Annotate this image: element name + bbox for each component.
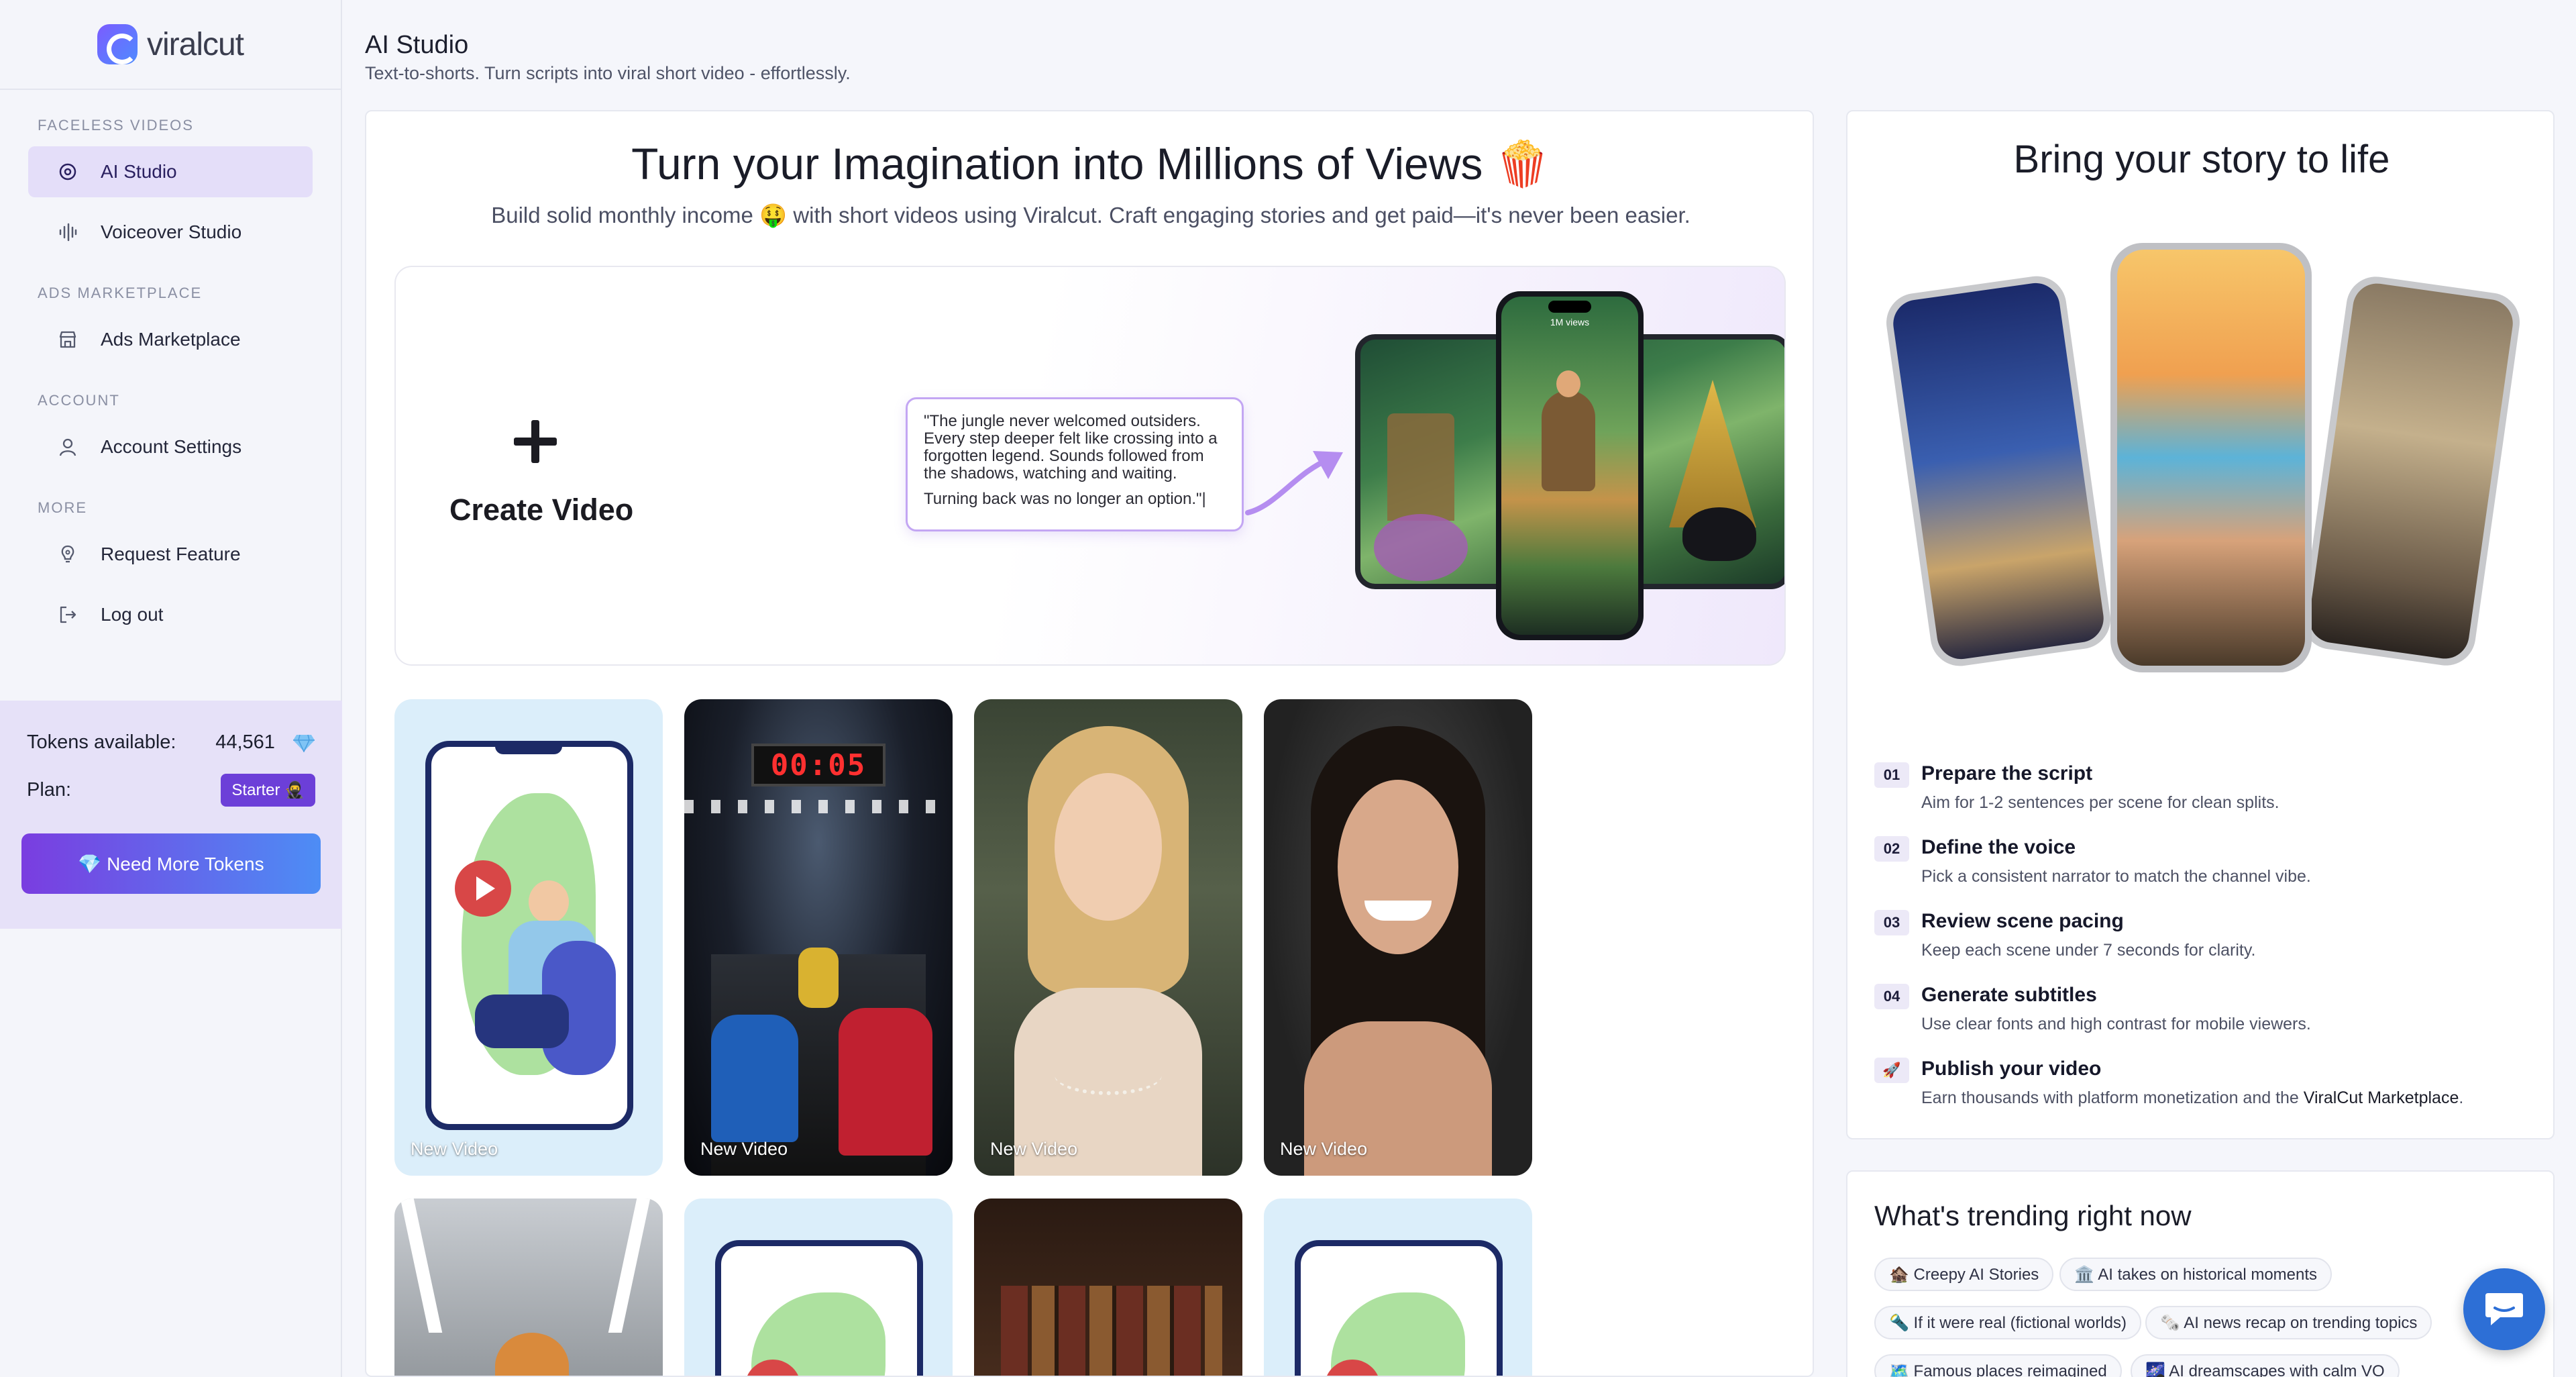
logout-icon <box>58 605 78 625</box>
step-description: Earn thousands with platform monetizatio… <box>1921 1088 2463 1108</box>
tokens-label: Tokens available: <box>27 731 176 753</box>
trending-chip[interactable]: 🗺️ Famous places reimagined <box>1874 1354 2122 1377</box>
sidebar-item-label: Request Feature <box>101 544 241 564</box>
step-number: 02 <box>1874 836 1909 862</box>
logo-text: viralcut <box>146 26 244 62</box>
quote-line: forgotten legend. Sounds followed from <box>924 447 1204 465</box>
step-title: Generate subtitles <box>1921 984 2097 1006</box>
step-number: 01 <box>1874 762 1909 788</box>
video-tile[interactable]: New Video <box>394 699 663 1176</box>
trending-title: What's trending right now <box>1874 1200 2192 1231</box>
chat-support-button[interactable] <box>2463 1268 2545 1350</box>
plus-icon <box>514 420 557 463</box>
script-quote-box: "The jungle never welcomed outsiders. Ev… <box>906 397 1244 531</box>
race-timer-text: 00:05 <box>770 748 867 782</box>
phone-views-text: 1M views <box>1550 317 1590 327</box>
sidebar-item-log-out[interactable]: Log out <box>28 589 313 640</box>
quote-line: Every step deeper felt like crossing int… <box>924 429 1218 448</box>
step-title: Review scene pacing <box>1921 910 2124 932</box>
sidebar-item-label: Voiceover Studio <box>101 221 242 242</box>
store-icon <box>58 329 78 350</box>
step-title: Publish your video <box>1921 1058 2102 1080</box>
trending-chip[interactable]: 🏚️ Creepy AI Stories <box>1874 1258 2054 1291</box>
video-tile[interactable] <box>974 1198 1242 1376</box>
trending-panel: What's trending right now 🏚️ Creepy AI S… <box>1846 1170 2555 1377</box>
create-video-label: Create Video <box>449 493 634 527</box>
sidebar-item-label: Account Settings <box>101 436 242 457</box>
diamond-icon <box>293 735 315 753</box>
play-icon <box>455 860 511 917</box>
viralcut-logo-icon <box>97 24 138 64</box>
sidebar-item-label: Log out <box>101 604 164 625</box>
video-tile-label: New Video <box>700 1139 788 1159</box>
ai-sparkle-icon <box>58 162 78 182</box>
lightbulb-icon <box>58 544 78 564</box>
waveform-icon <box>58 222 78 242</box>
trending-chip[interactable]: 🏛️ AI takes on historical moments <box>2059 1258 2332 1291</box>
video-tile[interactable]: 00:05 New Video <box>684 699 953 1176</box>
step-number: 03 <box>1874 910 1909 935</box>
video-tile[interactable] <box>1264 1198 1532 1376</box>
user-icon <box>58 437 78 457</box>
step-description: Aim for 1-2 sentences per scene for clea… <box>1921 793 2279 812</box>
step-description-end: . <box>2459 1088 2464 1107</box>
step-description: Keep each scene under 7 seconds for clar… <box>1921 941 2256 960</box>
phone-mockup-image: 1M views <box>1496 291 1644 640</box>
page-title: AI Studio <box>365 31 469 59</box>
sidebar-item-request-feature[interactable]: Request Feature <box>28 529 313 580</box>
video-tile-label: New Video <box>990 1139 1078 1159</box>
sidebar-item-label: Ads Marketplace <box>101 329 241 350</box>
viralcut-marketplace-link[interactable]: ViralCut Marketplace <box>2304 1088 2459 1107</box>
story-guide-title: Bring your story to life <box>2013 138 2390 181</box>
chat-bubble-icon <box>2485 1293 2523 1325</box>
tokens-value: 44,561 <box>215 731 275 753</box>
tokens-panel: Tokens available: 44,561 Plan: Starter 🥷… <box>0 701 342 929</box>
quote-line: the shadows, watching and waiting. <box>924 464 1177 482</box>
video-tile[interactable] <box>684 1198 953 1376</box>
page-subtitle: Text-to-shorts. Turn scripts into viral … <box>365 63 851 83</box>
step-title: Prepare the script <box>1921 762 2093 784</box>
rocket-icon: 🚀 <box>1874 1058 1909 1083</box>
video-tile[interactable]: New Video <box>974 699 1242 1176</box>
step-description: Use clear fonts and high contrast for mo… <box>1921 1015 2311 1033</box>
phones-showcase-image <box>1882 243 2524 686</box>
sidebar-item-ads-marketplace[interactable]: Ads Marketplace <box>28 314 313 365</box>
sidebar-item-voiceover-studio[interactable]: Voiceover Studio <box>28 207 313 258</box>
trending-chip[interactable]: 🌌 AI dreamscapes with calm VO <box>2131 1354 2400 1377</box>
step-title: Define the voice <box>1921 836 2076 858</box>
plan-badge: Starter 🥷 <box>221 774 315 807</box>
section-title-ads: ADS MARKETPLACE <box>38 285 203 301</box>
hero-title: Turn your Imagination into Millions of V… <box>631 139 1550 189</box>
main-panel: Turn your Imagination into Millions of V… <box>365 110 1814 1377</box>
hero-subtitle: Build solid monthly income 🤑 with short … <box>491 203 1690 227</box>
video-tile-label: New Video <box>411 1139 498 1159</box>
arrow-icon <box>1245 451 1343 515</box>
step-description: Pick a consistent narrator to match the … <box>1921 867 2311 886</box>
video-tile[interactable]: New Video <box>1264 699 1532 1176</box>
video-tile[interactable] <box>394 1198 663 1376</box>
need-more-tokens-button[interactable]: 💎 Need More Tokens <box>21 833 321 894</box>
story-guide-panel: Bring your story to life 01 Prepare the … <box>1846 110 2555 1139</box>
video-tile-label: New Video <box>1280 1139 1368 1159</box>
step-description-text: Earn thousands with platform monetizatio… <box>1921 1088 2304 1107</box>
section-title-faceless: FACELESS VIDEOS <box>38 117 194 134</box>
plan-label: Plan: <box>27 779 72 801</box>
quote-line: Turning back was no longer an option."| <box>924 490 1206 508</box>
sidebar: viralcut FACELESS VIDEOS AI Studio Voice… <box>0 0 342 1377</box>
trending-chip[interactable]: 🔦 If it were real (fictional worlds) <box>1874 1306 2141 1339</box>
section-title-more: MORE <box>38 499 87 516</box>
sidebar-item-label: AI Studio <box>101 161 177 182</box>
step-number: 04 <box>1874 984 1909 1009</box>
sidebar-item-account-settings[interactable]: Account Settings <box>28 421 313 472</box>
section-title-account: ACCOUNT <box>38 392 120 409</box>
quote-line: "The jungle never welcomed outsiders. <box>924 412 1201 430</box>
sidebar-item-ai-studio[interactable]: AI Studio <box>28 146 313 197</box>
logo[interactable]: viralcut <box>0 0 341 90</box>
trending-chip[interactable]: 🗞️ AI news recap on trending topics <box>2145 1306 2432 1339</box>
create-video-card[interactable]: Create Video "The jungle never welcomed … <box>394 266 1786 666</box>
